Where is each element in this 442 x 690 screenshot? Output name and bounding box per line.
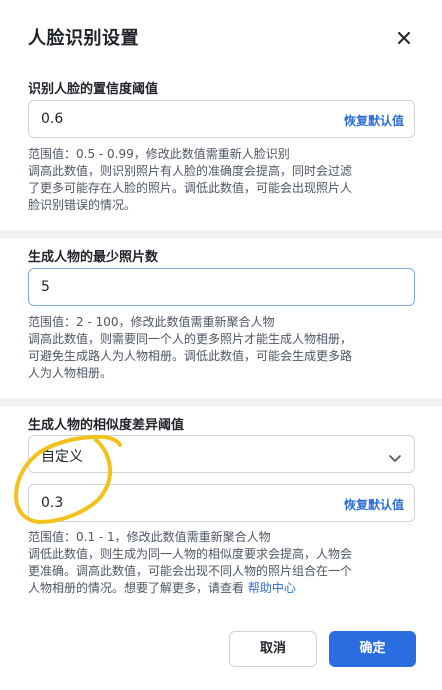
dialog-title: 人脸识别设置 bbox=[28, 28, 139, 49]
min-photos-input[interactable]: 5 bbox=[28, 268, 415, 306]
section-divider bbox=[0, 230, 442, 238]
face-threshold-input[interactable]: 0.6 恢复默认值 bbox=[28, 100, 415, 138]
desc-line: 范围值：2 - 100，修改此数值需重新聚合人物 bbox=[28, 315, 275, 329]
min-photos-value[interactable]: 5 bbox=[41, 279, 50, 295]
similarity-description: 范围值：0.1 - 1，修改此数值需重新聚合人物 调低此数值，则生成为同一人物的… bbox=[28, 529, 418, 597]
desc-last-text: 人物相册的情况。想要了解更多，请查看 bbox=[28, 581, 248, 595]
desc-line: 范围值：0.5 - 0.99，修改此数值需重新人脸识别 bbox=[28, 147, 290, 161]
face-threshold-value[interactable]: 0.6 bbox=[41, 111, 63, 127]
desc-line: 脸识别错误的情况。 bbox=[28, 198, 137, 212]
desc-line: 人物相册的情况。想要了解更多，请查看 帮助中心 bbox=[28, 580, 418, 597]
desc-line: 人为人物相册。 bbox=[28, 366, 113, 380]
desc-line: 调低此数值，则生成为同一人物的相似度要求会提高，人物会 bbox=[28, 547, 353, 561]
similarity-threshold-value[interactable]: 0.3 bbox=[41, 495, 63, 511]
confirm-button[interactable]: 确定 bbox=[329, 631, 416, 667]
desc-line: 了更多可能存在人脸的照片。调低此数值，可能会出现照片人 bbox=[28, 181, 353, 195]
min-photos-description: 范围值：2 - 100，修改此数值需重新聚合人物 调高此数值，则需要同一个人的更… bbox=[28, 314, 418, 382]
min-photos-label: 生成人物的最少照片数 bbox=[28, 250, 159, 265]
cancel-button[interactable]: 取消 bbox=[229, 631, 317, 667]
desc-line: 更准确。调高此数值，可能会出现不同人物的照片组合在一个 bbox=[28, 564, 353, 578]
similarity-label: 生成人物的相似度差异阈值 bbox=[28, 418, 185, 433]
help-center-link[interactable]: 帮助中心 bbox=[248, 581, 296, 595]
similarity-threshold-input[interactable]: 0.3 恢复默认值 bbox=[28, 484, 415, 522]
similarity-mode-select[interactable]: 自定义 bbox=[28, 435, 415, 473]
face-threshold-label: 识别人脸的置信度阈值 bbox=[28, 82, 159, 97]
desc-line: 范围值：0.1 - 1，修改此数值需重新聚合人物 bbox=[28, 530, 271, 544]
close-icon[interactable] bbox=[393, 27, 415, 49]
section-divider bbox=[0, 398, 442, 406]
face-threshold-description: 范围值：0.5 - 0.99，修改此数值需重新人脸识别 调高此数值，则识别照片有… bbox=[28, 146, 418, 214]
desc-line: 调高此数值，则需要同一个人的更多照片才能生成人物相册， bbox=[28, 332, 353, 346]
desc-line: 可避免生成路人为人物相册。调低此数值，可能会生成更多路 bbox=[28, 349, 353, 363]
face-recognition-settings-dialog: 人脸识别设置 识别人脸的置信度阈值 0.6 恢复默认值 范围值：0.5 - 0.… bbox=[0, 0, 442, 690]
desc-line: 调高此数值，则识别照片有人脸的准确度会提高，同时会过滤 bbox=[28, 164, 353, 178]
similarity-reset-button[interactable]: 恢复默认值 bbox=[344, 496, 404, 513]
face-threshold-reset-button[interactable]: 恢复默认值 bbox=[344, 112, 404, 129]
chevron-down-icon[interactable] bbox=[388, 449, 402, 468]
similarity-mode-value[interactable]: 自定义 bbox=[41, 446, 83, 466]
